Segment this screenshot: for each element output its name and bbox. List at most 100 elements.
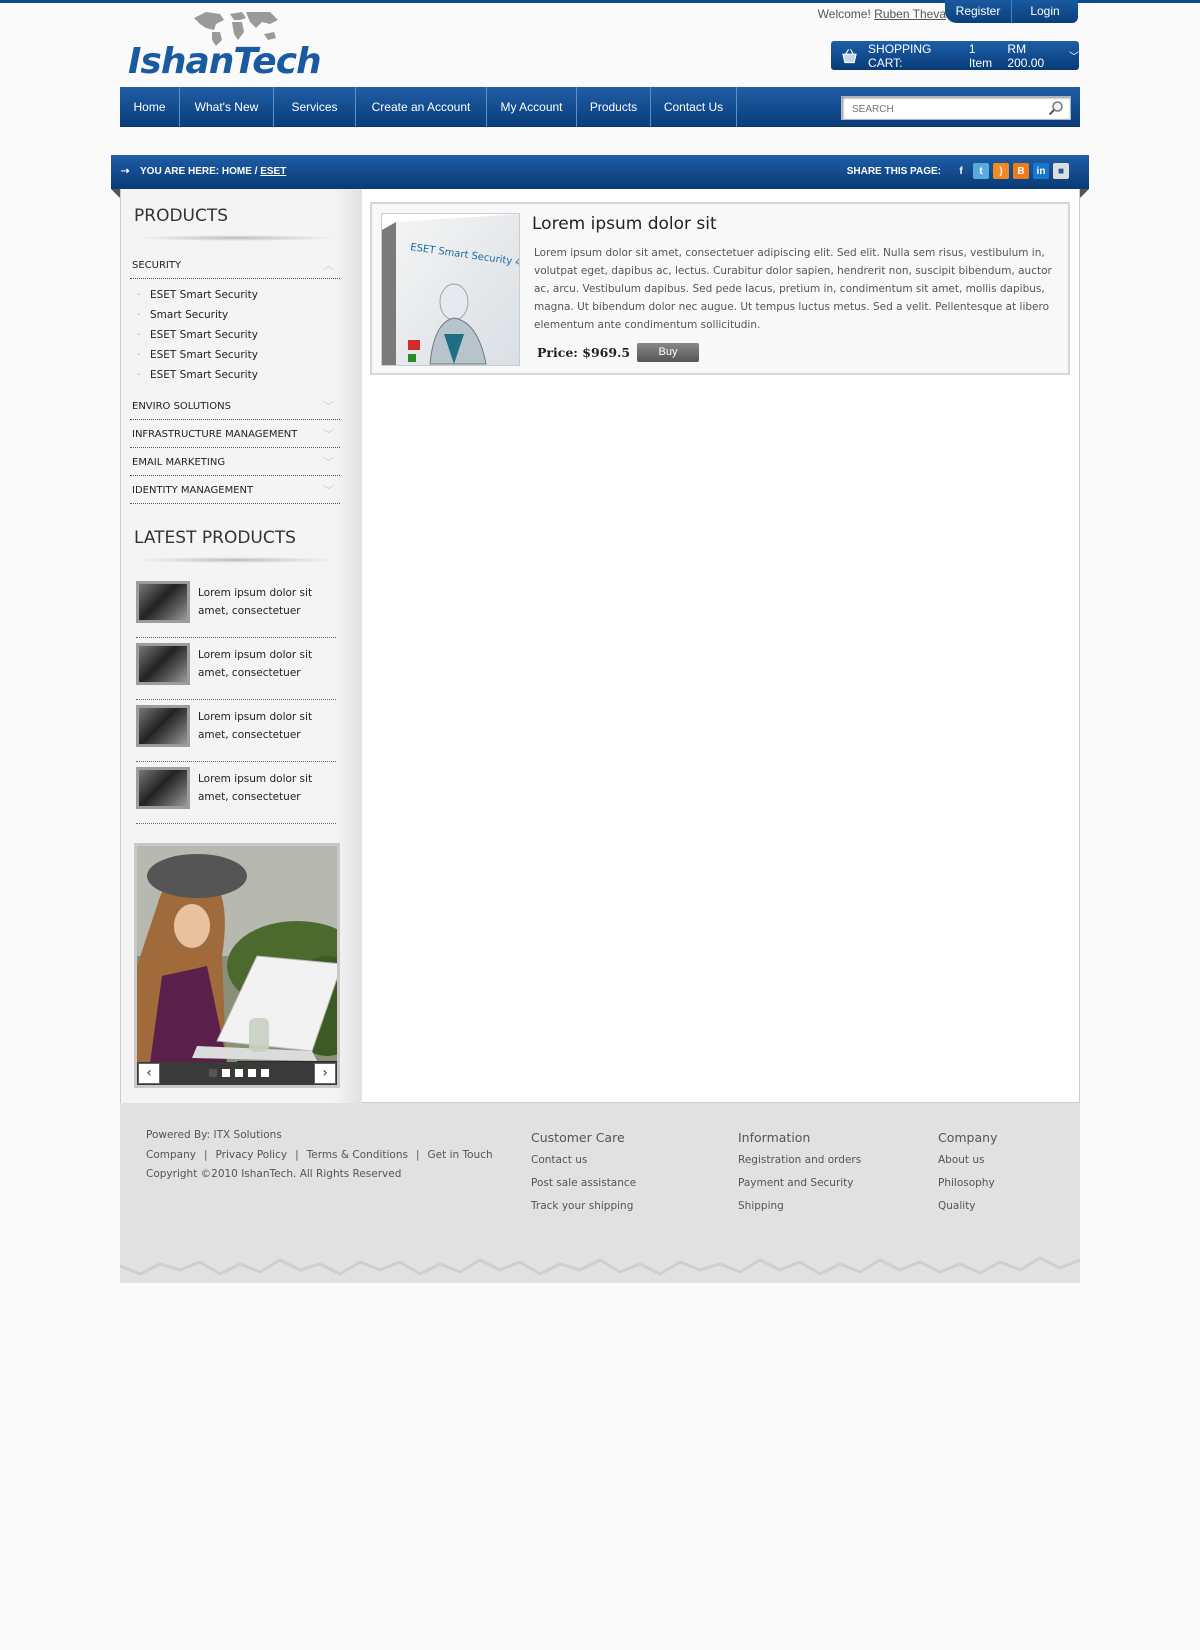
footer-link[interactable]: Contact us <box>531 1154 587 1166</box>
shopping-cart-button[interactable]: SHOPPING CART: 1 Item RM 200.00 ﹀ <box>831 41 1079 70</box>
product-price: Price: $969.5 <box>537 345 631 360</box>
search-box <box>841 96 1071 121</box>
nav-item-home[interactable]: Home <box>120 87 180 127</box>
footer-link[interactable]: Quality <box>938 1200 976 1212</box>
footer-link[interactable]: About us <box>938 1154 985 1166</box>
footer-link[interactable]: Philosophy <box>938 1177 995 1189</box>
nav-item-contact-us[interactable]: Contact Us <box>651 87 737 127</box>
footer-link[interactable]: Registration and orders <box>738 1154 861 1166</box>
product-title: Lorem ipsum dolor sit <box>532 214 717 234</box>
breadcrumb-prefix: YOU ARE HERE: <box>140 166 220 177</box>
latest-product-item[interactable]: Lorem ipsum dolor sit amet, consectetuer <box>136 762 336 824</box>
footer-link-company[interactable]: Company <box>146 1149 196 1161</box>
latest-product-text: Lorem ipsum dolor sit amet, consectetuer <box>198 649 313 679</box>
nav-item-products[interactable]: Products <box>577 87 651 127</box>
logo-wordmark: IshanTech <box>128 41 322 82</box>
subcategory-item[interactable]: ESET Smart Security <box>137 329 258 341</box>
category-email-marketing[interactable]: EMAIL MARKETING ﹀ <box>130 450 340 476</box>
powered-by: Powered By: ITX Solutions <box>146 1129 282 1141</box>
category-enviro-solutions[interactable]: ENVIRO SOLUTIONS ﹀ <box>130 394 340 420</box>
footer-link[interactable]: Post sale assistance <box>531 1177 636 1189</box>
product-image[interactable]: ESET Smart Security 4 <box>381 213 520 366</box>
link-separator: | <box>295 1149 299 1161</box>
breadcrumb-bar: ⇢ YOU ARE HERE: HOME / ESET SHARE THIS P… <box>111 155 1089 189</box>
blogger-icon[interactable]: B <box>1013 163 1029 179</box>
linkedin-icon[interactable]: in <box>1033 163 1049 179</box>
category-label: SECURITY <box>132 260 182 271</box>
site-logo[interactable]: IshanTech <box>128 8 328 82</box>
category-label: EMAIL MARKETING <box>132 457 226 468</box>
product-card: ESET Smart Security 4 Lorem ipsum dolor … <box>370 202 1070 375</box>
footer-link-privacy[interactable]: Privacy Policy <box>216 1149 288 1161</box>
breadcrumb-current[interactable]: ESET <box>260 166 286 177</box>
breadcrumb-home[interactable]: HOME <box>222 166 252 177</box>
latest-product-text: Lorem ipsum dolor sit amet, consectetuer <box>198 711 313 741</box>
slider-dot[interactable] <box>261 1069 269 1077</box>
footer-link-terms[interactable]: Terms & Conditions <box>307 1149 408 1161</box>
category-label: ENVIRO SOLUTIONS <box>132 401 231 412</box>
image-slider: ‹ › <box>134 843 340 1088</box>
category-identity-management[interactable]: IDENTITY MANAGEMENT ﹀ <box>130 478 340 504</box>
latest-product-item[interactable]: Lorem ipsum dolor sit amet, consectetuer <box>136 700 336 762</box>
copyright: Copyright ©2010 IshanTech. All Rights Re… <box>146 1168 402 1180</box>
heading-divider <box>134 235 339 241</box>
torn-paper-edge <box>120 1240 1080 1276</box>
slider-pagination <box>209 1069 274 1077</box>
nav-item-create-account[interactable]: Create an Account <box>356 87 487 127</box>
user-profile-link[interactable]: Ruben Theva <box>874 7 946 21</box>
link-separator: | <box>415 1149 420 1161</box>
slider-dot[interactable] <box>209 1069 217 1077</box>
footer-link[interactable]: Track your shipping <box>531 1200 633 1212</box>
chevron-down-icon: ﹀ <box>323 400 334 413</box>
slider-dot[interactable] <box>248 1069 256 1077</box>
category-label: IDENTITY MANAGEMENT <box>132 485 254 496</box>
cart-item-count: 1 Item <box>968 41 993 70</box>
product-thumbnail <box>136 705 190 747</box>
twitter-icon[interactable]: t <box>973 163 989 179</box>
slider-dot[interactable] <box>235 1069 243 1077</box>
heading-divider <box>134 557 339 563</box>
subcategory-item[interactable]: ESET Smart Security <box>137 369 258 381</box>
register-button[interactable]: Register <box>945 0 1011 23</box>
delicious-icon[interactable]: ■ <box>1053 163 1069 179</box>
search-input[interactable] <box>842 98 1032 121</box>
footer-link-get-in-touch[interactable]: Get in Touch <box>428 1149 493 1161</box>
subcategory-item[interactable]: Smart Security <box>137 309 228 321</box>
share-label: SHARE THIS PAGE: <box>846 165 941 177</box>
link-separator: | <box>203 1149 208 1161</box>
nav-item-services[interactable]: Services <box>274 87 356 127</box>
slider-prev-button[interactable]: ‹ <box>138 1063 160 1084</box>
search-icon[interactable] <box>1048 100 1064 116</box>
arrow-right-icon: ⇢ <box>121 166 130 177</box>
buy-button[interactable]: Buy <box>637 343 699 362</box>
rss-icon[interactable]: ) <box>993 163 1009 179</box>
login-button[interactable]: Login <box>1011 0 1078 23</box>
basket-icon <box>842 48 857 63</box>
footer-link[interactable]: Payment and Security <box>738 1177 854 1189</box>
category-infrastructure-management[interactable]: INFRASTRUCTURE MANAGEMENT ﹀ <box>130 422 340 448</box>
footer-heading-company: Company <box>938 1130 998 1145</box>
product-thumbnail <box>136 767 190 809</box>
auth-bar: Register Login <box>945 0 1078 23</box>
breadcrumb: YOU ARE HERE: HOME / ESET <box>140 166 286 177</box>
latest-product-text: Lorem ipsum dolor sit amet, consectetuer <box>198 587 313 617</box>
facebook-icon[interactable]: f <box>953 163 969 179</box>
category-security[interactable]: SECURITY ︿ <box>130 253 340 279</box>
latest-product-item[interactable]: Lorem ipsum dolor sit amet, consectetuer <box>136 576 336 638</box>
slide-image <box>137 846 337 1085</box>
subcategory-item[interactable]: ESET Smart Security <box>137 349 258 361</box>
product-thumbnail <box>136 581 190 623</box>
chevron-down-icon: ﹀ <box>323 484 334 497</box>
footer-link[interactable]: Shipping <box>738 1200 784 1212</box>
slider-next-button[interactable]: › <box>314 1063 336 1084</box>
nav-item-my-account[interactable]: My Account <box>487 87 577 127</box>
cart-label: SHOPPING CART: <box>868 41 932 70</box>
category-label: INFRASTRUCTURE MANAGEMENT <box>132 429 298 440</box>
slider-dot[interactable] <box>222 1069 230 1077</box>
slider-controls: ‹ › <box>137 1062 337 1085</box>
latest-product-item[interactable]: Lorem ipsum dolor sit amet, consectetuer <box>136 638 336 700</box>
nav-item-whats-new[interactable]: What's New <box>180 87 274 127</box>
cart-total: RM 200.00 <box>1007 41 1045 70</box>
subcategory-item[interactable]: ESET Smart Security <box>137 289 258 301</box>
ribbon-fold-right <box>1080 189 1089 198</box>
